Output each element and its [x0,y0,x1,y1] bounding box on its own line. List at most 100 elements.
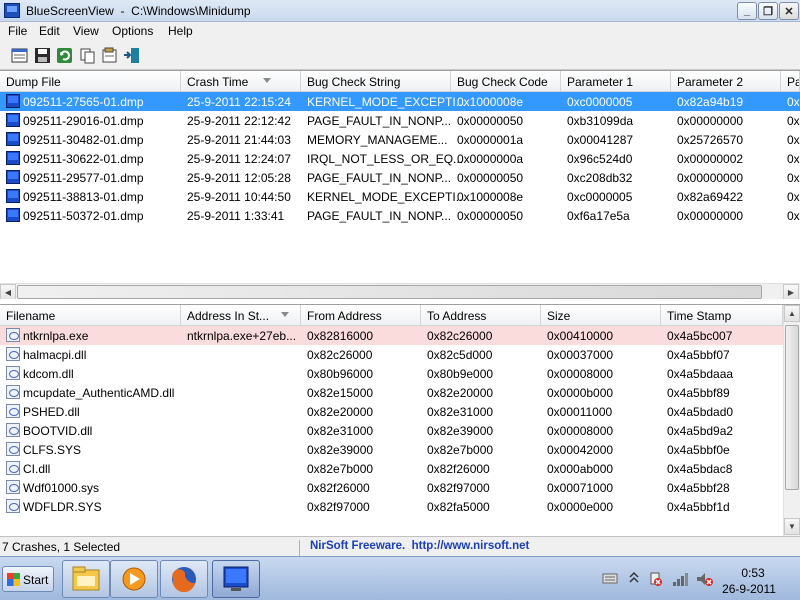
firefox-icon[interactable] [160,560,208,598]
table-cell: 0x0000001a [457,133,524,147]
table-row[interactable]: WDFLDR.SYS 0x82f97000 0x82fa5000 0x0000e000… [0,497,783,516]
column-address-in-stack[interactable]: Address In St... [181,305,301,326]
table-row[interactable]: halmacpi.dll 0x82c26000 0x82c5d000 0x000370… [0,345,783,364]
menu-edit[interactable]: Edit [39,24,60,38]
maximize-button[interactable]: ❐ [758,2,778,20]
table-row[interactable]: 092511-27565-01.dmp 25-9-2011 22:15:24 KER… [0,92,800,111]
column-bug-check-code[interactable]: Bug Check Code [451,71,561,92]
column-from-address[interactable]: From Address [301,305,421,326]
table-cell: 0x82e20000 [307,405,374,419]
table-row[interactable]: PSHED.dll 0x82e20000 0x82e31000 0x00011000 0… [0,402,783,421]
nirsoft-link[interactable]: NirSoft Freeware. http://www.nirsoft.net [310,540,529,552]
hscroll-thumb[interactable] [17,285,762,299]
clock-date[interactable]: 26-9-2011 [718,582,780,596]
bluescreenview-icon[interactable] [212,560,260,598]
menu-help[interactable]: Help [168,24,193,38]
table-row[interactable]: Wdf01000.sys 0x82f26000 0x82f97000 0x000710… [0,478,783,497]
table-cell: 0x4a5bdaaa [667,367,734,381]
table-row[interactable]: 092511-50372-01.dmp 25-9-2011 1:33:41 PAGE… [0,206,800,225]
window-title: BlueScreenView - C:\Windows\Minidump [26,4,251,18]
action-center-icon[interactable] [648,571,664,587]
column-to-address[interactable]: To Address [421,305,541,326]
table-cell: CI.dll [23,462,51,476]
table-row[interactable]: ntkrnlpa.exe ntkrnlpa.exe+27eb... 0x828160… [0,326,783,345]
volume-icon[interactable] [696,571,714,587]
table-cell: 0x0000e000 [547,500,614,514]
table-cell: 0x82fa5000 [427,500,490,514]
taskbar: Start 0:53 26-9-2011 [0,556,800,600]
table-cell: 0x [787,171,800,185]
media-player-icon[interactable] [110,560,158,598]
table-row[interactable]: CI.dll 0x82e7b000 0x82f26000 0x000ab000 0x4a… [0,459,783,478]
table-cell: 0x4a5bbf89 [667,386,730,400]
table-cell: PAGE_FAULT_IN_NONP... [307,209,452,223]
network-icon[interactable] [672,571,688,587]
menu-options[interactable]: Options [112,24,153,38]
clock-time[interactable]: 0:53 [737,566,769,580]
start-label: Start [23,573,49,587]
explorer-icon[interactable] [62,560,110,598]
exit-icon[interactable] [123,47,140,64]
column-crash-time[interactable]: Crash Time [181,71,301,92]
table-cell: 0x00410000 [547,329,614,343]
properties-icon[interactable] [11,47,28,64]
properties-sheet-icon[interactable] [101,47,118,64]
table-row[interactable]: 092511-38813-01.dmp 25-9-2011 10:44:50 KER… [0,187,800,206]
scroll-right-button[interactable]: ▶ [783,284,799,299]
module-file-icon [6,328,20,342]
scroll-left-button[interactable]: ◀ [0,284,16,299]
table-row[interactable]: CLFS.SYS 0x82e39000 0x82e7b000 0x00042000 0x… [0,440,783,459]
keyboard-icon[interactable] [602,571,618,585]
table-cell: 0x00042000 [547,443,614,457]
table-row[interactable]: mcupdate_AuthenticAMD.dll 0x82e15000 0x82e… [0,383,783,402]
column-size[interactable]: Size [541,305,661,326]
table-row[interactable]: kdcom.dll 0x80b96000 0x80b9e000 0x00008000 0… [0,364,783,383]
save-icon[interactable] [34,47,51,64]
scroll-down-button[interactable]: ▼ [784,518,800,535]
start-button[interactable]: Start [2,566,54,592]
table-row[interactable]: 092511-29016-01.dmp 25-9-2011 22:12:42 PAG… [0,111,800,130]
table-row[interactable]: 092511-30622-01.dmp 25-9-2011 12:24:07 IRQ… [0,149,800,168]
table-cell: 0x00000000 [677,209,744,223]
table-row[interactable]: 092511-30482-01.dmp 25-9-2011 21:44:03 MEM… [0,130,800,149]
table-cell: WDFLDR.SYS [23,500,102,514]
dump-file-icon [6,151,20,165]
menu-view[interactable]: View [73,24,99,38]
table-cell: ntkrnlpa.exe+27eb... [187,329,297,343]
column-parameter-1[interactable]: Parameter 1 [561,71,671,92]
menu-bar: File Edit View Options Help [0,22,800,41]
table-cell: 0x00008000 [547,367,614,381]
table-cell: 0xc0000005 [567,190,633,204]
table-cell: 0x4a5bdac8 [667,462,733,476]
dump-file-icon [6,208,20,222]
table-cell: IRQL_NOT_LESS_OR_EQ... [307,152,464,166]
column-dump-file[interactable]: Dump File [0,71,181,92]
minimize-button[interactable]: _ [737,2,757,20]
module-list-vscrollbar[interactable]: ▲ ▼ [783,305,800,536]
table-cell: 0x00041287 [567,133,634,147]
table-cell: KERNEL_MODE_EXCEPTI... [307,95,466,109]
scroll-up-button[interactable]: ▲ [784,305,800,322]
show-hidden-icons-icon[interactable] [629,571,639,585]
copy-icon[interactable] [79,47,96,64]
dump-file-icon [6,94,20,108]
column-filename[interactable]: Filename [0,305,181,326]
close-button[interactable]: ✕ [779,2,799,20]
crash-list-hscrollbar[interactable]: ◀ ▶ [0,283,800,299]
column-time-stamp[interactable]: Time Stamp [661,305,783,326]
vscroll-thumb[interactable] [785,325,799,490]
title-bar: BlueScreenView - C:\Windows\Minidump _ ❐… [0,0,800,22]
refresh-icon[interactable] [56,47,73,64]
table-row[interactable]: BOOTVID.dll 0x82e31000 0x82e39000 0x0000800… [0,421,783,440]
table-row[interactable]: 092511-29577-01.dmp 25-9-2011 12:05:28 PAG… [0,168,800,187]
column-bug-check-string[interactable]: Bug Check String [301,71,451,92]
menu-file[interactable]: File [8,24,27,38]
crash-count-status: 7 Crashes, 1 Selected [2,540,300,556]
table-cell: 0x82a94b19 [677,95,744,109]
toolbar [0,41,800,70]
column-parameter-2[interactable]: Parameter 2 [671,71,781,92]
column-parameter-3[interactable]: Pa [781,71,800,92]
table-cell: 0x82e31000 [427,405,494,419]
table-cell: 0x82c5d000 [427,348,493,362]
table-cell: 0x [787,114,800,128]
